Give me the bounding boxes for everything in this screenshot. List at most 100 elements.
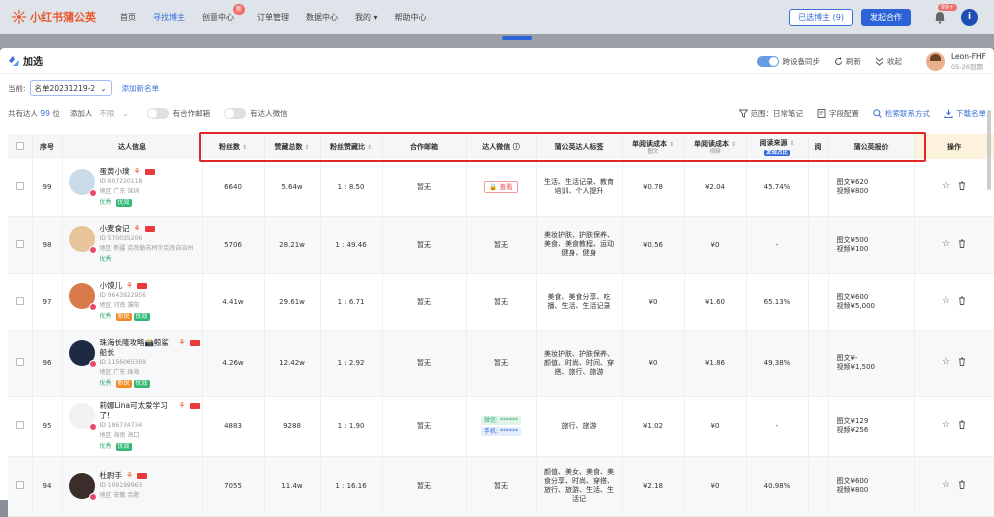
scope-filter[interactable]: 范围：日常笔记 [738, 108, 803, 119]
trash-icon[interactable] [958, 357, 966, 369]
table-cell: ☆ [914, 456, 994, 517]
creator-name[interactable]: 莉娜Lina可太爱学习了! [100, 401, 175, 421]
table-cell: 1 : 1.90 [320, 396, 383, 457]
account-avatar[interactable]: i [961, 8, 978, 26]
sort-icon[interactable]: ⇕ [304, 144, 309, 151]
nav-item-4[interactable]: 数据中心 [306, 12, 338, 23]
column-header-3[interactable]: 粉丝数 ⇕ [202, 134, 265, 159]
trash-icon[interactable] [958, 296, 966, 308]
view-wechat-button[interactable]: 🔒 查看 [484, 181, 518, 194]
field-config-button[interactable]: 字段配置 [817, 108, 859, 119]
star-icon[interactable]: ☆ [942, 420, 950, 432]
row-checkbox[interactable] [15, 239, 24, 248]
creator-info[interactable]: 珠海长隆攻略📸鲸鲨船长 ⚘ ID 1156065369 地区 广东 珠海 优秀 新锐 优效 [63, 338, 202, 389]
cost-per-read-image: ¥0 [648, 359, 658, 367]
contact-search-button[interactable]: 检索联系方式 [873, 108, 930, 119]
creator-info[interactable]: 杜尉手 ⚘ ID 109199963 地区 安徽 合肥 [63, 471, 202, 502]
creator-wechat: 暂无 [494, 359, 508, 367]
column-header-label: 粉丝数 [218, 142, 240, 151]
column-header-8: 蒲公英达人标签 [536, 134, 623, 159]
star-icon[interactable]: ☆ [942, 480, 950, 492]
row-checkbox[interactable] [15, 421, 24, 429]
creator-name[interactable]: 小馍儿 [100, 281, 123, 291]
nav-item-3[interactable]: 订单管理 [257, 12, 289, 23]
column-header-11[interactable]: 阅读来源 ⇕ 发现占比 [746, 134, 809, 159]
verified-badge-icon [88, 246, 97, 254]
notification-bell-icon[interactable]: 99+ [933, 4, 957, 24]
trash-icon[interactable] [958, 239, 966, 251]
add-list-link[interactable]: 添加新名单 [122, 83, 160, 94]
table-cell [808, 396, 829, 457]
column-header-10[interactable]: 单阅读成本 ⇕ 视频 [684, 134, 747, 159]
star-icon[interactable]: ☆ [942, 357, 950, 369]
column-header-4[interactable]: 赞藏总数 ⇕ [264, 134, 321, 159]
select-all-checkbox[interactable] [15, 141, 24, 150]
sort-icon[interactable]: ⇕ [731, 141, 736, 148]
creator-avatar[interactable] [68, 168, 97, 197]
nav-item-2[interactable]: 创意中心 [202, 12, 234, 23]
chevron-down-icon: ⌄ [100, 83, 107, 93]
wechat-contact[interactable]: 手机: ****** [481, 427, 521, 436]
creator-name[interactable]: 蛋黄小璞 [100, 167, 130, 177]
column-header-9[interactable]: 单阅读成本 ⇕ 图文 [622, 134, 685, 159]
creator-id: ID 607220118 [99, 177, 143, 185]
trash-icon[interactable] [958, 181, 966, 193]
column-header-label: 达人微信 ⓘ [482, 142, 520, 151]
column-header-14: 操作 [914, 134, 994, 159]
table-cell: 9288 [264, 396, 321, 457]
creator-avatar[interactable] [68, 283, 97, 311]
selected-creators-button[interactable]: 已选博主 (9) [789, 8, 853, 26]
main-nav: 首页 寻找博主 创意中心新订单管理 数据中心 我的 ▾ 帮助中心 [120, 3, 444, 23]
panel-header: 加选 跨设备同步 刷新 收起 Leon-FHF 05-26到期 [0, 48, 994, 74]
sort-icon[interactable]: ⇕ [367, 144, 372, 151]
creator-info[interactable]: 小馍儿 ⚘ ID 9643922956 地区 河南 濮阳 优秀 新锐 优效 [63, 281, 202, 322]
email-toggle[interactable] [146, 107, 169, 119]
trash-icon[interactable] [958, 480, 966, 492]
column-header-label: 阅读来源 [759, 138, 788, 147]
nav-item-5[interactable]: 我的 ▾ [355, 12, 378, 23]
creator-info[interactable]: 蛋黄小璞 ⚘ ID 607220118 地区 广东 深圳 优秀 优效 [63, 167, 202, 208]
brand-logo[interactable]: 小红书蒲公英 [12, 9, 96, 25]
row-checkbox[interactable] [15, 481, 24, 489]
sort-icon[interactable]: ⇕ [242, 144, 247, 151]
list-dropdown[interactable]: 名单20231219-2 ⌄ [29, 80, 112, 96]
wechat-contact[interactable]: 微信: ****** [481, 416, 521, 425]
row-checkbox[interactable] [15, 296, 24, 305]
creator-name[interactable]: 小麦食记 [100, 224, 130, 234]
column-header-5[interactable]: 粉丝赞藏比 ⇕ [320, 134, 383, 159]
sort-icon[interactable]: ⇕ [789, 140, 794, 147]
star-icon[interactable]: ☆ [942, 296, 950, 308]
creator-avatar[interactable] [68, 226, 97, 254]
wechat-toggle[interactable] [224, 107, 247, 119]
creator-avatar[interactable] [68, 472, 97, 501]
nav-item-0[interactable]: 首页 [120, 12, 136, 23]
trash-icon[interactable] [958, 420, 966, 432]
user-profile[interactable]: Leon-FHF 05-26到期 [926, 51, 986, 71]
sync-toggle[interactable] [756, 55, 779, 67]
star-icon[interactable]: ☆ [942, 181, 950, 193]
table-cell: ¥2.18 [622, 456, 685, 517]
nav-item-6[interactable]: 帮助中心 [395, 12, 427, 23]
sort-icon[interactable]: ⇕ [669, 141, 674, 148]
table-cell: 98 [32, 216, 63, 274]
creator-info[interactable]: 莉娜Lina可太爱学习了! ⚘ ID 186734734 地区 海南 海口 优秀 优效 [63, 401, 202, 452]
collapse-button[interactable]: 收起 [875, 56, 902, 67]
creator-name[interactable]: 珠海长隆攻略📸鲸鲨船长 [100, 338, 175, 358]
add-person-filter[interactable]: 添加人 不限 ⌄ [70, 108, 129, 119]
download-list-button[interactable]: 下载名单 [944, 108, 986, 119]
creator-avatar[interactable] [68, 339, 97, 368]
row-checkbox[interactable] [15, 182, 24, 191]
table-cell: 暂无 [382, 159, 467, 217]
fans-count: 4.41w [222, 297, 244, 306]
table-cell: 5706 [202, 216, 265, 274]
refresh-button[interactable]: 刷新 [834, 56, 861, 67]
star-icon[interactable]: ☆ [942, 239, 950, 251]
start-cooperation-button[interactable]: 发起合作 [861, 8, 911, 26]
creator-avatar[interactable] [68, 402, 97, 431]
creator-info[interactable]: 小麦食记 ⚘ ID 570035206 地区 新疆 克孜勒苏柯尔克孜自治州 优秀 [63, 224, 202, 265]
read-source-share: - [775, 240, 779, 249]
vertical-scrollbar[interactable] [987, 110, 991, 190]
row-checkbox[interactable] [15, 358, 24, 366]
nav-item-1[interactable]: 寻找博主 [153, 12, 185, 23]
creator-name[interactable]: 杜尉手 [100, 471, 123, 481]
